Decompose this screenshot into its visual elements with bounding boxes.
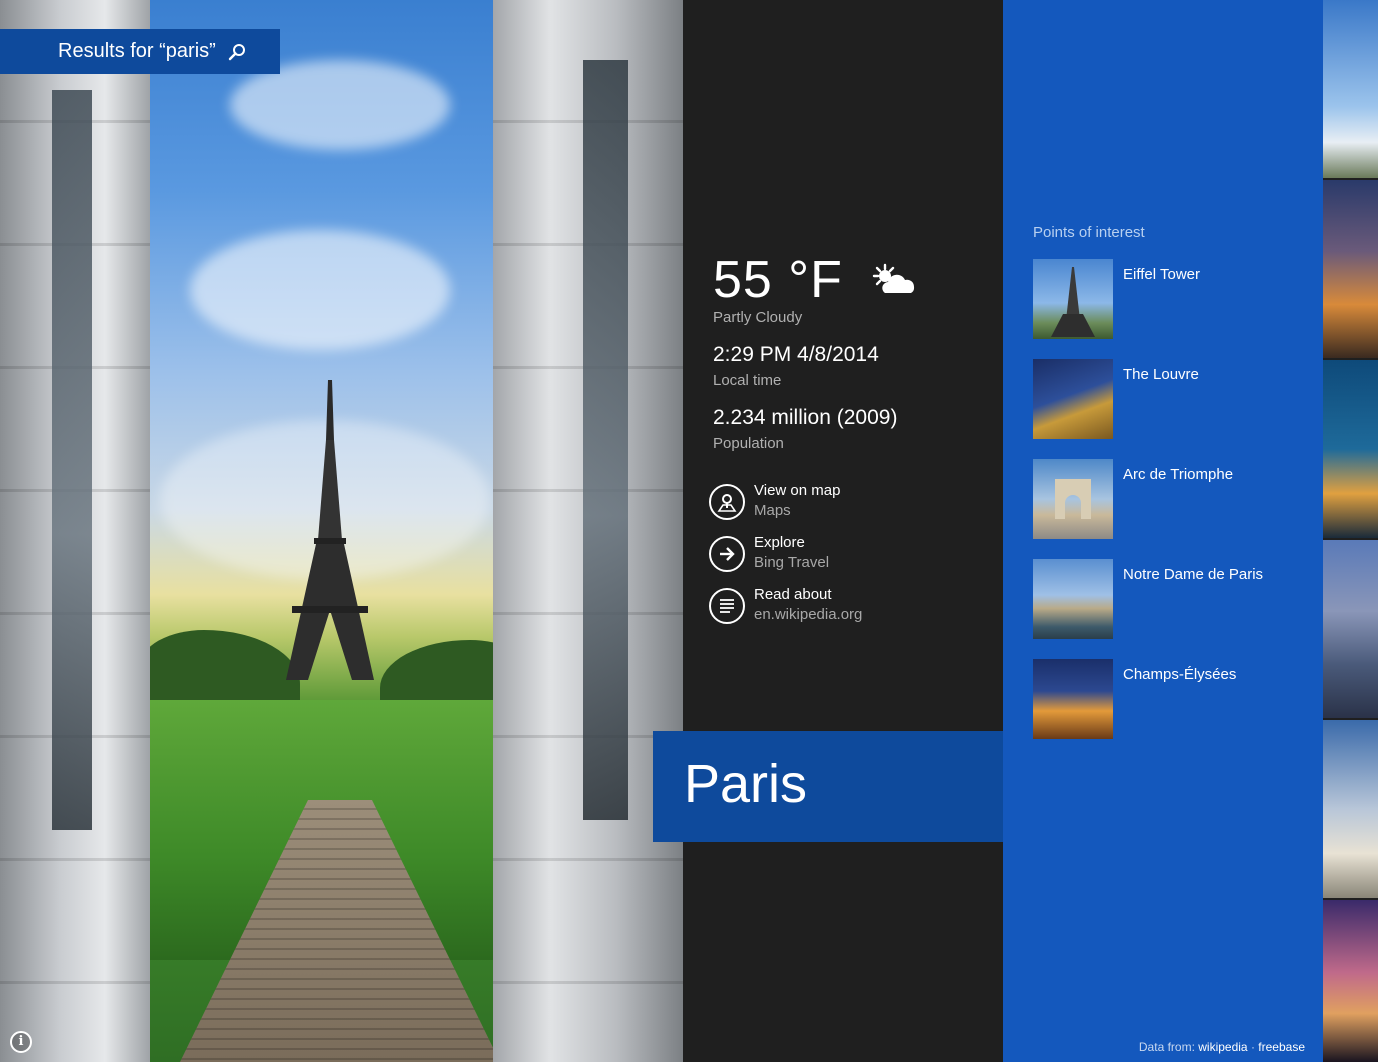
action-list: View on map Maps Explore Bing Travel Rea… bbox=[709, 481, 862, 637]
poi-item-arc-de-triomphe[interactable]: Arc de Triomphe bbox=[1033, 459, 1263, 559]
view-on-map-sub: Maps bbox=[754, 502, 791, 519]
view-on-map-label: View on map bbox=[754, 482, 841, 499]
poi-item-notre-dame[interactable]: Notre Dame de Paris bbox=[1033, 559, 1263, 659]
explore-button[interactable]: Explore Bing Travel bbox=[709, 533, 862, 585]
read-about-label: Read about bbox=[754, 586, 832, 603]
poi-name: The Louvre bbox=[1123, 366, 1199, 383]
population-value: 2.234 million (2009) bbox=[713, 406, 898, 429]
arrow-right-icon bbox=[709, 536, 745, 572]
poi-item-champs-elysees[interactable]: Champs-Élysées bbox=[1033, 659, 1263, 759]
search-icon[interactable] bbox=[228, 43, 246, 61]
population-label: Population bbox=[713, 435, 784, 452]
photo-tile[interactable] bbox=[1323, 540, 1378, 718]
freebase-link[interactable]: freebase bbox=[1258, 1040, 1305, 1054]
map-pin-icon bbox=[709, 484, 745, 520]
search-results-label: Results for “paris” bbox=[58, 40, 216, 62]
poi-heading: Points of interest bbox=[1033, 224, 1145, 241]
partly-cloudy-icon bbox=[872, 263, 914, 293]
weather-row: 55 °F bbox=[713, 250, 917, 310]
view-on-map-button[interactable]: View on map Maps bbox=[709, 481, 862, 533]
info-icon[interactable]: i bbox=[10, 1031, 32, 1053]
read-about-button[interactable]: Read about en.wikipedia.org bbox=[709, 585, 862, 637]
data-source-footer: Data from: wikipedia · freebase bbox=[1139, 1040, 1305, 1054]
poi-item-eiffel-tower[interactable]: Eiffel Tower bbox=[1033, 259, 1263, 359]
poi-name: Arc de Triomphe bbox=[1123, 466, 1234, 483]
search-results-bar[interactable]: Results for “paris” bbox=[0, 29, 280, 74]
city-title-block: Paris bbox=[653, 731, 1003, 842]
city-info-panel: 55 °F Partly Cloudy 2:29 PM 4/8/2014 Loc… bbox=[683, 0, 1003, 1062]
photo-tile[interactable] bbox=[1323, 180, 1378, 358]
city-name: Paris bbox=[684, 754, 808, 814]
footer-prefix: Data from: bbox=[1138, 1040, 1195, 1054]
explore-sub: Bing Travel bbox=[754, 554, 830, 571]
wikipedia-link[interactable]: wikipedia bbox=[1198, 1040, 1247, 1054]
louvre-thumbnail bbox=[1033, 359, 1113, 439]
wall-left-glass bbox=[52, 90, 92, 830]
poi-list: Eiffel Tower The Louvre Arc de Triomphe … bbox=[1033, 259, 1263, 759]
photo-tile[interactable] bbox=[1323, 360, 1378, 538]
poi-name: Eiffel Tower bbox=[1123, 266, 1200, 283]
footer-separator: · bbox=[1250, 1040, 1255, 1054]
explore-label: Explore bbox=[754, 534, 805, 551]
notre-dame-thumbnail bbox=[1033, 559, 1113, 639]
temperature: 55 °F bbox=[713, 251, 843, 309]
photo-tile[interactable] bbox=[1323, 0, 1378, 178]
article-icon bbox=[709, 588, 745, 624]
wall-right-glass bbox=[583, 60, 628, 820]
weather-condition: Partly Cloudy bbox=[713, 309, 803, 326]
eiffel-tower-illustration bbox=[286, 380, 374, 680]
eiffel-tower-thumbnail bbox=[1033, 259, 1113, 339]
arc-de-triomphe-thumbnail bbox=[1033, 459, 1113, 539]
photo-tile[interactable] bbox=[1323, 900, 1378, 1062]
poi-name: Champs-Élysées bbox=[1123, 666, 1237, 683]
hero-photo: i bbox=[0, 0, 683, 1062]
champs-elysees-thumbnail bbox=[1033, 659, 1113, 739]
poi-name: Notre Dame de Paris bbox=[1123, 566, 1264, 583]
photo-strip[interactable] bbox=[1323, 0, 1378, 1062]
cloud-shape bbox=[190, 230, 450, 350]
points-of-interest-panel: Points of interest Eiffel Tower The Louv… bbox=[1003, 0, 1323, 1062]
read-about-sub: en.wikipedia.org bbox=[754, 606, 863, 623]
local-time-value: 2:29 PM 4/8/2014 bbox=[713, 343, 879, 366]
photo-tile[interactable] bbox=[1323, 720, 1378, 898]
local-time-label: Local time bbox=[713, 372, 782, 389]
poi-item-the-louvre[interactable]: The Louvre bbox=[1033, 359, 1263, 459]
